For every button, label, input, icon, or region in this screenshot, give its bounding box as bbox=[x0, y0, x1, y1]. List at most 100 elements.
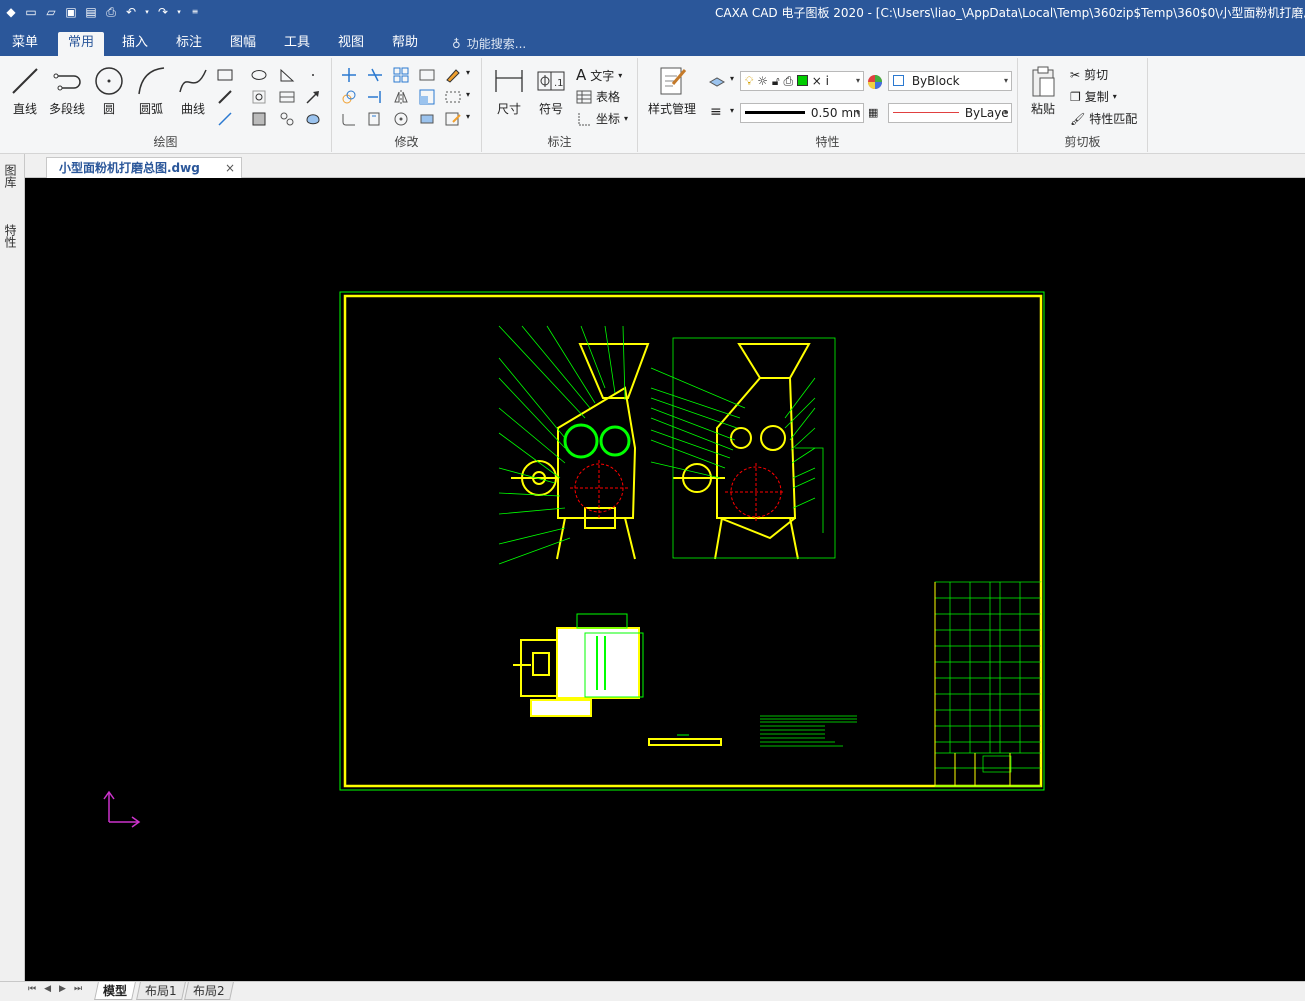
circle-button[interactable]: 圆 bbox=[90, 64, 128, 117]
tab-layout1[interactable]: 布局1 bbox=[136, 982, 186, 1000]
layer-manager-icon[interactable] bbox=[708, 72, 726, 90]
hatch-icon[interactable] bbox=[250, 110, 268, 128]
edit-icon[interactable] bbox=[444, 110, 462, 128]
offset-icon[interactable] bbox=[418, 66, 436, 84]
tab-model[interactable]: 模型 bbox=[94, 982, 136, 1000]
polyline-label: 多段线 bbox=[48, 102, 85, 116]
table-button[interactable]: 表格 bbox=[576, 88, 620, 105]
save-all-icon[interactable]: ▤ bbox=[84, 5, 98, 19]
stretch-icon[interactable] bbox=[444, 88, 462, 106]
open-file-icon[interactable]: ▱ bbox=[44, 5, 58, 19]
edit-dropdown-icon[interactable]: ▾ bbox=[466, 112, 470, 121]
tab-insert[interactable]: 插入 bbox=[112, 32, 158, 56]
close-tab-icon[interactable]: × bbox=[225, 158, 235, 178]
layout-nav-arrows[interactable]: ⏮◀▶⏭ bbox=[28, 984, 90, 994]
construction-line-icon[interactable] bbox=[216, 110, 234, 128]
feature-search[interactable]: ♁ 功能搜索... bbox=[452, 35, 526, 52]
drawing-canvas[interactable] bbox=[25, 178, 1305, 981]
line-button[interactable]: 直线 bbox=[6, 64, 44, 117]
tab-annotate[interactable]: 标注 bbox=[166, 32, 212, 56]
move-icon[interactable] bbox=[340, 66, 358, 84]
tab-tools[interactable]: 工具 bbox=[274, 32, 320, 56]
save-icon[interactable]: ▣ bbox=[64, 5, 78, 19]
tab-help[interactable]: 帮助 bbox=[382, 32, 428, 56]
color-combo[interactable]: ByBlock ▾ bbox=[888, 71, 1012, 91]
paste-icon bbox=[1032, 66, 1055, 97]
region-icon[interactable] bbox=[304, 110, 322, 128]
stretch-dropdown-icon[interactable]: ▾ bbox=[466, 90, 470, 99]
undo-icon[interactable]: ↶ bbox=[124, 5, 138, 19]
match-properties-button[interactable]: 🖌︎ 特性匹配 bbox=[1070, 110, 1137, 127]
block-icon[interactable] bbox=[278, 88, 296, 106]
svg-text:.1: .1 bbox=[554, 78, 564, 89]
array-icon[interactable] bbox=[392, 66, 410, 84]
erase-dropdown-icon[interactable]: ▾ bbox=[466, 68, 470, 77]
hatch-line-icon[interactable] bbox=[216, 88, 234, 106]
tab-layout2[interactable]: 布局2 bbox=[184, 982, 234, 1000]
point-icon[interactable] bbox=[304, 66, 322, 84]
drawing-svg[interactable] bbox=[25, 178, 1305, 981]
tab-sheet[interactable]: 图幅 bbox=[220, 32, 266, 56]
extend-icon[interactable] bbox=[366, 88, 384, 106]
layer-combo[interactable]: 💡︎ ☼ 🔓︎ ⎙ × i ▾ bbox=[740, 71, 864, 91]
symbol-button[interactable]: .1 符号 bbox=[532, 64, 570, 117]
break-icon[interactable] bbox=[366, 110, 384, 128]
linetype-combo[interactable]: ByLaye ▾ bbox=[888, 103, 1012, 123]
redo-icon[interactable]: ↷ bbox=[156, 5, 170, 19]
tab-view[interactable]: 视图 bbox=[328, 32, 374, 56]
document-tab[interactable]: 小型面粉机打磨总图.dwg × bbox=[46, 157, 242, 178]
printer-layer-icon: ⎙ bbox=[783, 74, 794, 88]
new-file-icon[interactable]: ▭ bbox=[24, 5, 38, 19]
copy-label: 复制 bbox=[1084, 90, 1109, 104]
rectangle-icon[interactable] bbox=[216, 66, 234, 84]
explode-icon[interactable] bbox=[418, 110, 436, 128]
tab-menu[interactable]: 菜单 bbox=[2, 32, 48, 56]
dimension-button[interactable]: 尺寸 bbox=[490, 64, 528, 117]
shape-icon[interactable] bbox=[250, 88, 268, 106]
style-manager-button[interactable]: 样式管理 bbox=[644, 64, 700, 117]
undo-dropdown-icon[interactable]: ▾ bbox=[144, 5, 150, 19]
trim-icon[interactable] bbox=[366, 66, 384, 84]
mirror-icon[interactable] bbox=[392, 88, 410, 106]
title-bar: ◆ ▭ ▱ ▣ ▤ ⎙ ↶ ▾ ↷ ▾ ≡ CAXA CAD 电子图板 2020… bbox=[0, 0, 1305, 28]
copy-button[interactable]: ❐ 复制 ▾ bbox=[1070, 88, 1117, 105]
customize-qat-icon[interactable]: ≡ bbox=[188, 5, 202, 19]
redo-dropdown-icon[interactable]: ▾ bbox=[176, 5, 182, 19]
next-layout-icon[interactable]: ▶ bbox=[59, 984, 74, 994]
paste-button[interactable]: 粘贴 bbox=[1024, 64, 1062, 117]
text-button[interactable]: A 文字 ▾ bbox=[576, 66, 622, 84]
lineweight-line-icon bbox=[745, 111, 805, 114]
first-layout-icon[interactable]: ⏮ bbox=[28, 984, 44, 994]
layer-dropdown-icon[interactable]: ▾ bbox=[730, 74, 734, 83]
print-icon[interactable]: ⎙ bbox=[104, 5, 118, 19]
properties-panel-tab[interactable]: 特性 bbox=[3, 224, 19, 248]
arrow-icon[interactable] bbox=[304, 88, 322, 106]
lineweight-combo[interactable]: 0.50 mn ▾ bbox=[740, 103, 864, 123]
curve-icon bbox=[179, 69, 207, 93]
lineweight-dropdown-icon[interactable]: ▾ bbox=[730, 106, 734, 115]
linetype-icon[interactable]: ▦ bbox=[868, 106, 878, 119]
app-icon[interactable]: ◆ bbox=[4, 5, 18, 19]
polyline-button[interactable]: 多段线 bbox=[46, 64, 88, 117]
tab-common[interactable]: 常用 bbox=[58, 32, 105, 56]
cut-button[interactable]: ✂ 剪切 bbox=[1070, 66, 1108, 83]
copy-object-icon[interactable] bbox=[340, 88, 358, 106]
lineweight-list-icon[interactable]: ≡ bbox=[710, 104, 722, 120]
library-panel-tab[interactable]: 图库 bbox=[3, 164, 19, 188]
arc-button[interactable]: 圆弧 bbox=[132, 64, 170, 117]
curve-button[interactable]: 曲线 bbox=[174, 64, 212, 117]
library-panel-label: 图库 bbox=[3, 164, 17, 188]
last-layout-icon[interactable]: ⏭ bbox=[74, 984, 90, 994]
coordinate-button[interactable]: 坐标 ▾ bbox=[576, 110, 628, 127]
color-wheel-icon[interactable] bbox=[866, 73, 884, 91]
ellipse-icon[interactable] bbox=[250, 66, 268, 84]
style-manager-icon bbox=[660, 67, 687, 95]
polygon-icon[interactable] bbox=[278, 66, 296, 84]
prev-layout-icon[interactable]: ◀ bbox=[44, 984, 59, 994]
rotate-icon[interactable] bbox=[392, 110, 410, 128]
erase-icon[interactable] bbox=[444, 66, 462, 84]
line-label: 直线 bbox=[12, 102, 37, 116]
scale-icon[interactable] bbox=[418, 88, 436, 106]
fillet-icon[interactable] bbox=[340, 110, 358, 128]
group-icon[interactable] bbox=[278, 110, 296, 128]
